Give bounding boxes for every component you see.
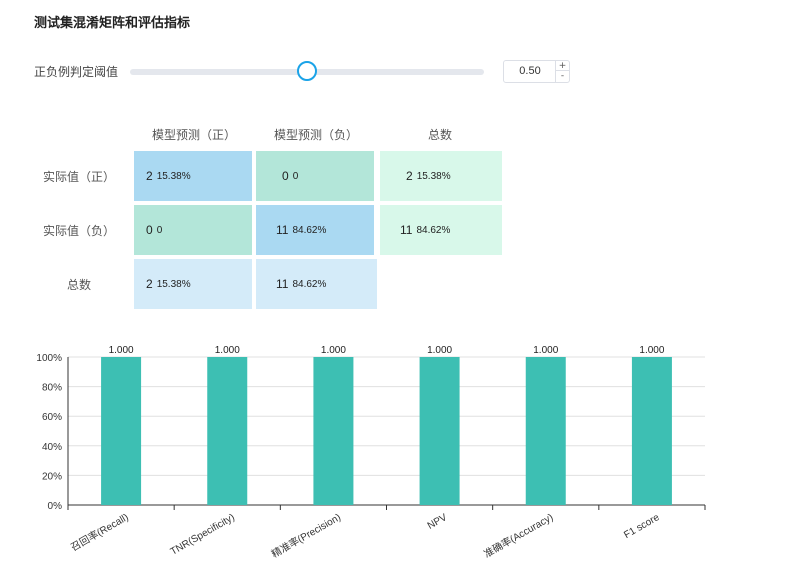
decrement-button[interactable]: - [556, 71, 569, 81]
matrix-cell-actual-neg-total: 11 84.62% [380, 205, 502, 255]
cell-percent: 84.62% [292, 279, 326, 290]
data-label: 1.000 [215, 345, 240, 356]
matrix-cell-tn: 11 84.62% [256, 205, 374, 255]
y-tick-label: 40% [42, 442, 62, 453]
col-header-pred-pos: 模型预测（正） [134, 126, 254, 143]
cell-percent: 0 [157, 225, 163, 236]
matrix-cell-pred-neg-total: 11 84.62% [256, 259, 377, 309]
row-header-actual-pos: 实际值（正） [34, 168, 124, 185]
y-tick-label: 100% [36, 353, 62, 364]
increment-button[interactable]: + [556, 61, 569, 71]
y-tick-label: 80% [42, 383, 62, 394]
data-label: 1.000 [427, 345, 452, 356]
x-tick-label: NPV [426, 512, 450, 532]
cell-percent: 84.62% [292, 225, 326, 236]
x-tick-label: 精准率(Precision) [269, 510, 343, 560]
cell-percent: 0 [293, 171, 299, 182]
matrix-cell-tp: 2 15.38% [134, 151, 252, 201]
bar [101, 357, 141, 505]
x-tick-label: F1 score [622, 512, 662, 541]
data-label: 1.000 [533, 345, 558, 356]
cell-count: 2 [406, 169, 413, 183]
bar [526, 357, 566, 505]
threshold-value[interactable]: 0.50 [504, 61, 556, 82]
page-title: 测试集混淆矩阵和评估指标 [34, 12, 190, 31]
cell-count: 0 [282, 169, 289, 183]
data-label: 1.000 [321, 345, 346, 356]
cell-count: 11 [400, 223, 412, 237]
row-header-actual-neg: 实际值（负） [34, 222, 124, 239]
cell-percent: 84.62% [416, 225, 450, 236]
threshold-stepper[interactable]: 0.50 + - [503, 60, 570, 83]
cell-percent: 15.38% [157, 171, 191, 182]
row-header-total: 总数 [34, 276, 124, 293]
cell-count: 11 [276, 223, 288, 237]
cell-percent: 15.38% [157, 279, 191, 290]
cell-count: 2 [146, 169, 153, 183]
x-tick-label: 准确率(Accuracy) [481, 510, 555, 560]
matrix-cell-pred-pos-total: 2 15.38% [134, 259, 252, 309]
cell-percent: 15.38% [417, 171, 451, 182]
cell-count: 11 [276, 277, 288, 291]
x-tick-label: 召回率(Recall) [68, 510, 130, 553]
data-label: 1.000 [639, 345, 664, 356]
threshold-label: 正负例判定阈值 [34, 63, 118, 80]
bar [632, 357, 672, 505]
matrix-cell-fp: 0 0 [134, 205, 252, 255]
x-tick-label: TNR(Specificity) [169, 512, 237, 558]
y-tick-label: 0% [48, 501, 63, 512]
col-header-total: 总数 [380, 126, 500, 143]
cell-count: 2 [146, 277, 153, 291]
threshold-slider-thumb[interactable] [297, 61, 317, 81]
matrix-cell-fn: 0 0 [256, 151, 374, 201]
col-header-pred-neg: 模型预测（负） [256, 126, 376, 143]
cell-count: 0 [146, 223, 153, 237]
bar [207, 357, 247, 505]
bar [420, 357, 460, 505]
matrix-cell-actual-pos-total: 2 15.38% [380, 151, 502, 201]
metrics-bar-chart: 0% 20% 40% 60% 80% 100% 1.000 召回率(Recall) 1.000 T… [0, 335, 800, 575]
bar [313, 357, 353, 505]
data-label: 1.000 [109, 345, 134, 356]
y-tick-label: 20% [42, 471, 62, 482]
y-tick-label: 60% [42, 412, 62, 423]
